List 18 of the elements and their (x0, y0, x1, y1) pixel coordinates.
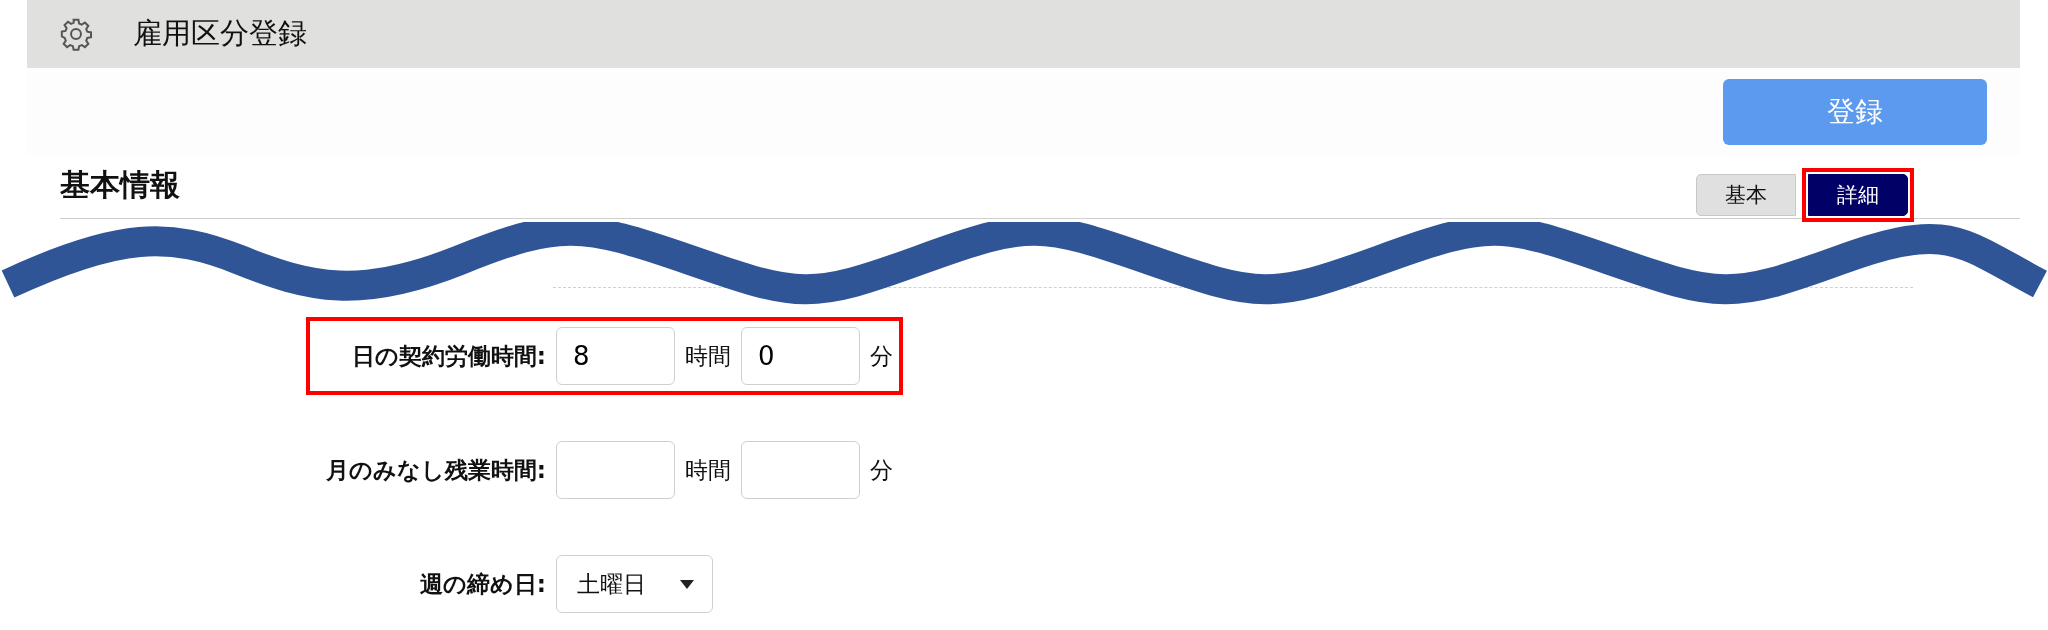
field-label: 月のみなし残業時間: (324, 455, 546, 485)
minutes-unit: 分 (870, 341, 893, 371)
hours-input[interactable]: 8 (556, 327, 675, 385)
hours-unit: 時間 (685, 341, 731, 371)
field-label: 日の契約労働時間: (350, 341, 546, 371)
field-label: 週の締め日: (418, 569, 546, 599)
hours-input[interactable] (556, 441, 675, 499)
minutes-input[interactable] (741, 441, 860, 499)
closing-day-dropdown[interactable]: 土曜日 (556, 555, 713, 613)
minutes-input[interactable]: 0 (741, 327, 860, 385)
page-title: 雇用区分登録 (133, 15, 307, 52)
caret-icon (680, 579, 694, 589)
tab[interactable]: 詳細 (1808, 174, 1908, 216)
minutes-unit: 分 (870, 455, 893, 485)
tab[interactable]: 基本 (1696, 174, 1796, 216)
hours-unit: 時間 (685, 455, 731, 485)
section-title: 基本情報 (60, 166, 180, 204)
settings-icon (59, 17, 93, 51)
